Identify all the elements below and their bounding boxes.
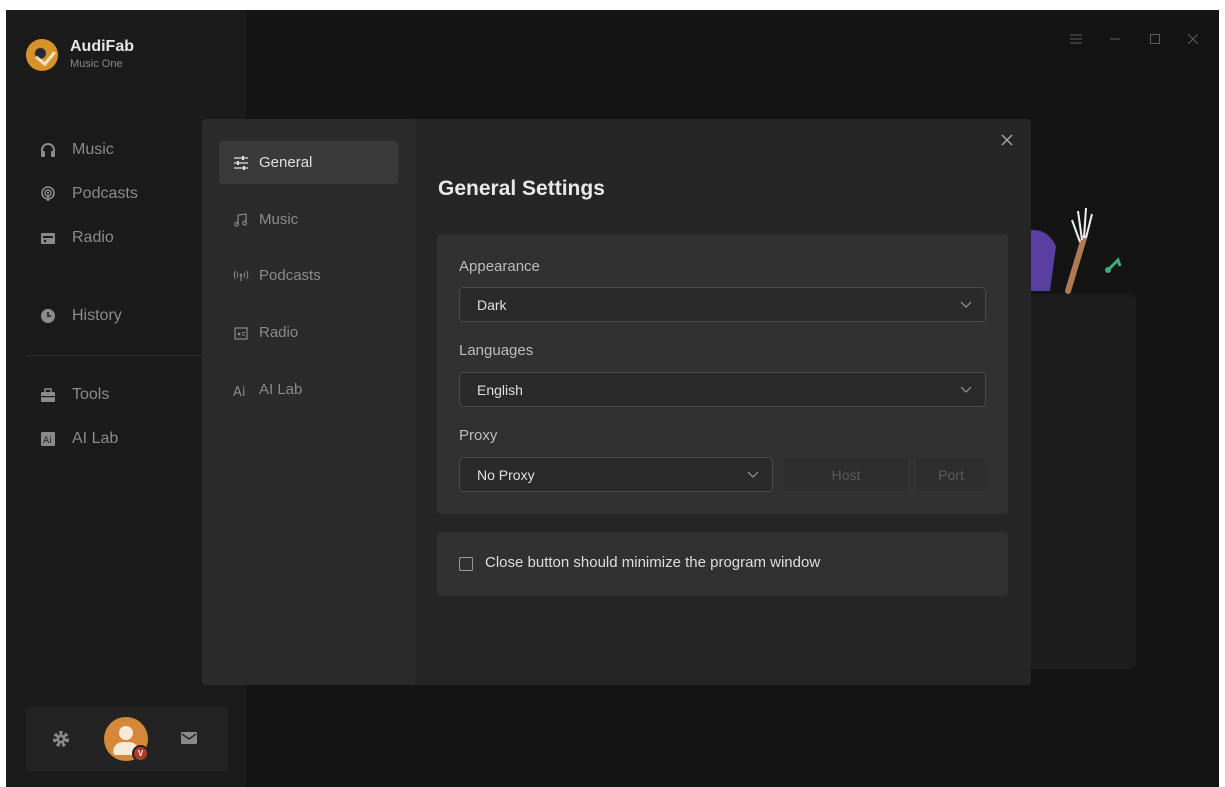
app-subtitle: Music One: [70, 58, 123, 70]
music-note-icon: [233, 212, 249, 228]
ai-icon: Ai: [40, 431, 56, 447]
appearance-value: Dark: [477, 296, 507, 313]
toolbox-icon: [40, 387, 56, 403]
minimize-on-close-label[interactable]: Close button should minimize the program…: [485, 554, 820, 571]
chevron-down-icon: [959, 382, 973, 396]
svg-text:Ai: Ai: [43, 436, 52, 446]
headphones-icon: [40, 142, 56, 158]
dialog-title: General Settings: [438, 177, 605, 200]
sidebar-divider: [26, 355, 226, 356]
sidebar-item-label: Podcasts: [72, 185, 138, 202]
sidebar-item-label: Music: [72, 141, 114, 158]
chevron-down-icon: [959, 297, 973, 311]
podcast-icon: [233, 268, 249, 284]
tab-radio[interactable]: Radio: [219, 311, 398, 354]
background-card: [1024, 294, 1136, 669]
maximize-icon[interactable]: [1146, 30, 1164, 48]
sidebar-item-label: AI Lab: [72, 430, 119, 447]
appearance-select[interactable]: Dark: [459, 287, 986, 322]
app-name: AudiFab: [70, 38, 134, 55]
radio-icon: [40, 230, 56, 246]
menu-icon[interactable]: [1067, 30, 1085, 48]
appearance-label: Appearance: [459, 258, 540, 275]
sidebar-item-radio[interactable]: Radio: [40, 216, 138, 260]
svg-text:Ai: Ai: [233, 385, 246, 397]
tab-general[interactable]: General: [219, 141, 398, 184]
avatar[interactable]: V: [104, 717, 149, 762]
podcast-icon: [40, 186, 56, 202]
proxy-value: No Proxy: [477, 466, 535, 483]
sidebar-item-label: History: [72, 307, 122, 324]
dialog-close-icon[interactable]: [997, 130, 1017, 150]
chevron-down-icon: [746, 467, 760, 481]
sidebar-item-label: Tools: [72, 386, 110, 403]
tab-label: Music: [259, 211, 299, 228]
brand: AudiFab Music One: [26, 38, 134, 72]
proxy-host-input[interactable]: Host: [783, 457, 909, 492]
radio-icon: [233, 325, 249, 341]
languages-label: Languages: [459, 342, 534, 359]
minimize-icon[interactable]: [1106, 30, 1124, 48]
user-toolbar: V: [26, 707, 228, 771]
tab-ai-lab[interactable]: Ai AI Lab: [219, 368, 398, 411]
languages-select[interactable]: English: [459, 372, 986, 407]
minimize-on-close-checkbox[interactable]: [459, 557, 473, 571]
mail-icon[interactable]: [180, 730, 198, 746]
illustration-icon: [1026, 207, 1122, 294]
settings-dialog: General Music Podcasts Radio Ai AI Lab G…: [202, 119, 1031, 685]
sidebar-item-music[interactable]: Music: [40, 128, 138, 172]
tab-label: Radio: [259, 324, 299, 341]
sidebar-nav-tools: Tools Ai AI Lab: [40, 373, 118, 461]
sidebar-item-ai-lab[interactable]: Ai AI Lab: [40, 417, 118, 461]
proxy-label: Proxy: [459, 427, 498, 444]
tab-podcasts[interactable]: Podcasts: [219, 254, 398, 297]
ai-icon: Ai: [233, 382, 249, 398]
close-icon[interactable]: [1184, 30, 1202, 48]
settings-gear-icon[interactable]: [52, 730, 70, 748]
window-behavior-panel: Close button should minimize the program…: [437, 532, 1008, 596]
tab-label: Podcasts: [259, 267, 321, 284]
proxy-select[interactable]: No Proxy: [459, 457, 773, 492]
general-settings-panel: Appearance Dark Languages English Proxy …: [437, 234, 1008, 514]
sidebar-item-tools[interactable]: Tools: [40, 373, 118, 417]
sidebar-nav-main: Music Podcasts Radio: [40, 128, 138, 260]
proxy-port-input[interactable]: Port: [915, 457, 987, 492]
vip-badge-icon: V: [132, 745, 149, 762]
tab-label: AI Lab: [259, 381, 303, 398]
sidebar-item-label: Radio: [72, 229, 114, 246]
app-window: AudiFab Music One Music Podcasts Radio H…: [6, 10, 1219, 787]
audifab-logo-icon: [26, 39, 58, 71]
languages-value: English: [477, 381, 523, 398]
sidebar-nav-history: History: [40, 294, 122, 338]
sidebar-item-podcasts[interactable]: Podcasts: [40, 172, 138, 216]
sidebar-item-history[interactable]: History: [40, 294, 122, 338]
settings-sidebar: General Music Podcasts Radio Ai AI Lab: [202, 119, 415, 685]
tab-music[interactable]: Music: [219, 198, 398, 241]
sliders-icon: [233, 155, 249, 171]
tab-label: General: [259, 154, 313, 171]
clock-icon: [40, 308, 56, 324]
